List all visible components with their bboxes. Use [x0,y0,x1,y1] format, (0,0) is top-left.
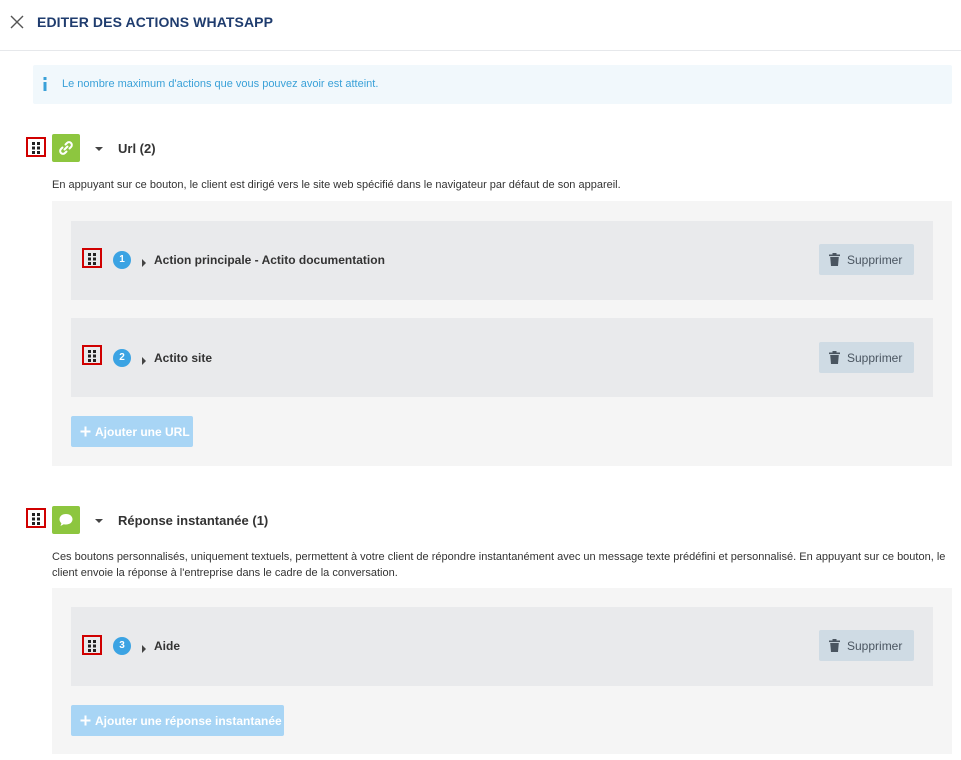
collapse-caret-icon[interactable] [93,514,105,526]
delete-button[interactable]: Supprimer [819,244,914,275]
section-description-quick-reply: Ces boutons personnalisés, uniquement te… [52,551,946,579]
section-description-url: En appuyant sur ce bouton, le client est… [52,179,621,191]
section-title-quick-reply: Réponse instantanée (1) [118,513,269,528]
plus-icon [80,426,91,437]
trash-icon [829,639,840,652]
info-message: Le nombre maximum d'actions que vous pou… [62,78,379,90]
drag-grip-icon [88,350,96,362]
delete-button[interactable]: Supprimer [819,630,914,661]
expand-caret-icon[interactable] [140,353,148,365]
action-label[interactable]: Actito site [154,351,212,365]
action-label[interactable]: Action principale - Actito documentation [154,253,385,267]
drag-grip-icon [88,253,96,265]
link-icon [52,134,80,162]
add-url-label: Ajouter une URL [95,425,190,439]
expand-caret-icon[interactable] [140,641,148,653]
expand-caret-icon[interactable] [140,255,148,267]
drag-grip-icon [88,640,96,652]
add-quick-reply-button[interactable]: Ajouter une réponse instantanée [71,705,284,736]
action-drag-handle[interactable] [82,635,102,655]
action-drag-handle[interactable] [82,248,102,268]
action-label[interactable]: Aide [154,639,180,653]
add-url-button[interactable]: Ajouter une URL [71,416,193,447]
delete-label: Supprimer [847,253,903,267]
add-quick-reply-label: Ajouter une réponse instantanée [95,714,282,728]
info-banner: Le nombre maximum d'actions que vous pou… [33,65,952,104]
plus-icon [80,715,91,726]
action-row: 3 Aide Supprimer [71,607,933,686]
delete-label: Supprimer [847,639,903,653]
delete-button[interactable]: Supprimer [819,342,914,373]
trash-icon [829,253,840,266]
action-number-badge: 2 [113,349,131,367]
action-drag-handle[interactable] [82,345,102,365]
action-row: 1 Action principale - Actito documentati… [71,221,933,300]
section-drag-handle[interactable] [26,137,46,157]
section-drag-handle[interactable] [26,508,46,528]
header: EDITER DES ACTIONS WHATSAPP [0,0,961,51]
info-icon [42,76,48,92]
page-title: EDITER DES ACTIONS WHATSAPP [37,14,274,30]
drag-grip-icon [32,513,40,525]
close-icon[interactable] [8,13,26,31]
drag-grip-icon [32,142,40,154]
action-number-badge: 3 [113,637,131,655]
section-title-url: Url (2) [118,141,156,156]
collapse-caret-icon[interactable] [93,142,105,154]
action-number-badge: 1 [113,251,131,269]
chat-bubble-icon [52,506,80,534]
delete-label: Supprimer [847,351,903,365]
action-row: 2 Actito site Supprimer [71,318,933,397]
trash-icon [829,351,840,364]
